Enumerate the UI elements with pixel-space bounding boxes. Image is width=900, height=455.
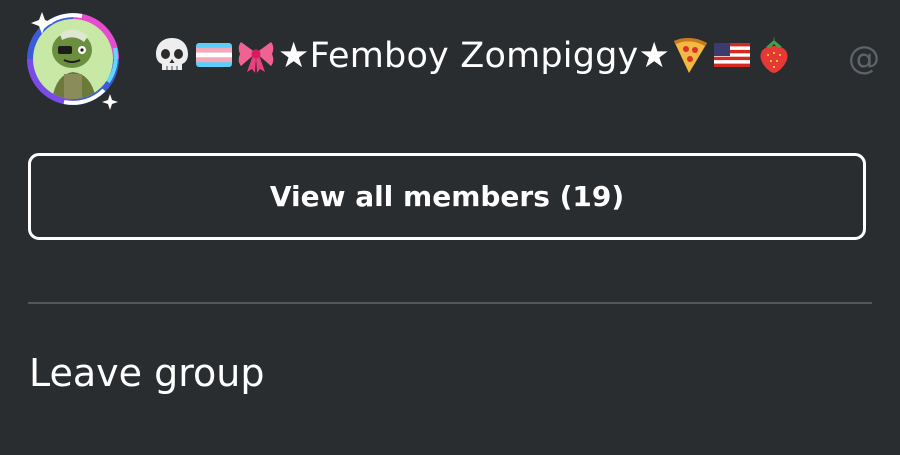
us-flag-icon — [714, 43, 751, 67]
member-name: ★Femboy Zompiggy★ — [152, 34, 796, 78]
member-name-text: ★Femboy Zompiggy★ — [278, 36, 671, 76]
member-handle: @ — [848, 39, 880, 77]
strawberry-icon — [760, 36, 788, 73]
skull-icon — [156, 38, 188, 70]
ribbon-icon — [238, 42, 274, 73]
divider — [28, 302, 872, 304]
transgender-flag-icon — [196, 43, 232, 67]
leave-group-button[interactable]: Leave group — [29, 349, 264, 397]
member-avatar[interactable] — [22, 8, 124, 110]
view-all-members-button[interactable]: View all members (19) — [28, 153, 866, 240]
group-member-row[interactable]: ★Femboy Zompiggy★ @ — [0, 0, 900, 118]
pizza-icon — [674, 37, 708, 73]
